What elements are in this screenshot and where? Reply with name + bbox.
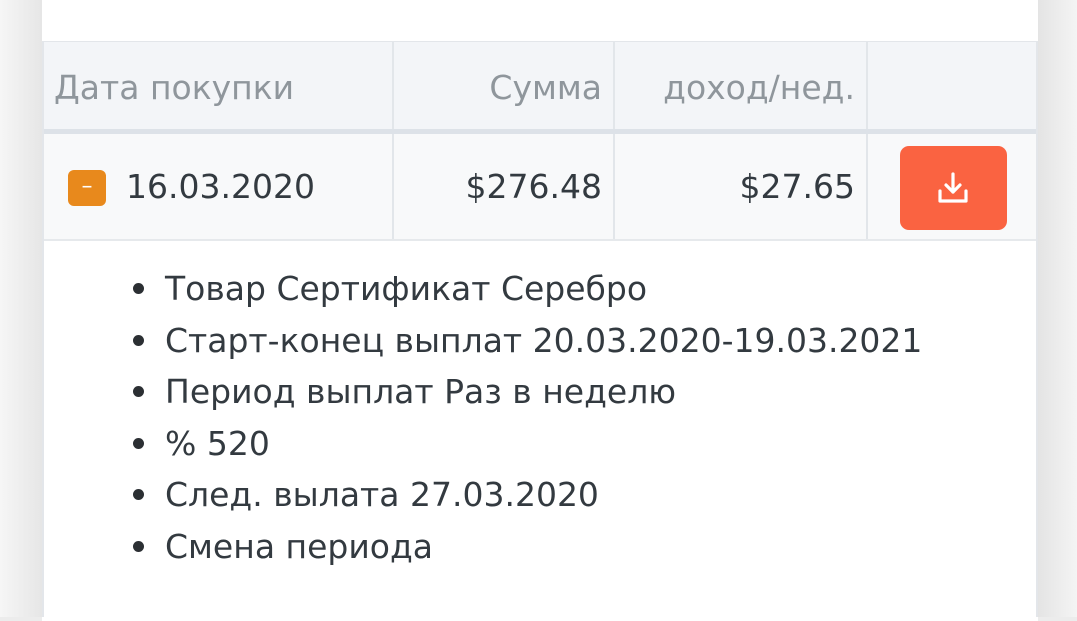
detail-product: Товар Сертификат Серебро [165,269,648,308]
row-cell-amount: $276.48 [394,134,615,239]
list-item: След. вылата 27.03.2020 [133,469,922,521]
bullet-icon [133,489,144,501]
row-cell-income: $27.65 [615,134,868,239]
bullet-icon [133,437,144,449]
row-cell-date: – 16.03.2020 [42,134,394,239]
top-blank-area [42,0,1038,42]
table-row: – 16.03.2020 $276.48 $27.65 [42,134,1038,241]
details-list: Товар Сертификат Серебро Старт-конец вып… [133,263,923,573]
list-item: Старт-конец выплат 20.03.2020-19.03.2021 [133,315,923,367]
header-cell-amount: Сумма [394,42,615,129]
minus-icon: – [81,174,93,199]
bullet-icon [133,334,144,346]
collapse-toggle-button[interactable]: – [68,170,106,206]
bullet-icon [133,540,144,552]
table-border-right [1036,42,1038,617]
table-border-left [42,42,44,617]
header-income-label: доход/нед. [663,68,855,107]
right-gutter [1038,0,1077,617]
list-item: Смена периода [133,521,922,573]
header-cell-date: Дата покупки [42,42,394,129]
header-cell-actions [868,42,1038,129]
list-item: % 520 [133,418,922,470]
download-icon [938,172,968,203]
header-amount-label: Сумма [489,68,602,107]
row-amount: $276.48 [465,167,602,206]
list-item: Товар Сертификат Серебро [133,263,922,315]
detail-payout-range: Старт-конец выплат 20.03.2020-19.03.2021 [165,320,923,360]
detail-change-period[interactable]: Смена периода [165,527,433,566]
bullet-icon [133,386,144,398]
header-date-label: Дата покупки [54,68,295,107]
left-gutter [0,0,42,617]
content-panel: Дата покупки Сумма доход/нед. – 16.03.20… [42,0,1038,621]
row-income: $27.65 [739,167,855,206]
bullet-icon [133,283,144,294]
detail-next-payout: След. вылата 27.03.2020 [165,475,599,515]
download-button[interactable] [900,146,1007,230]
table-header-row: Дата покупки Сумма доход/нед. [42,42,1038,134]
detail-payout-period: Период выплат Раз в неделю [165,372,677,412]
detail-percent: % 520 [165,423,270,463]
row-date: 16.03.2020 [126,167,315,206]
header-cell-income: доход/нед. [615,42,868,129]
list-item: Период выплат Раз в неделю [133,366,922,418]
row-details-panel: Товар Сертификат Серебро Старт-конец вып… [42,241,1038,621]
